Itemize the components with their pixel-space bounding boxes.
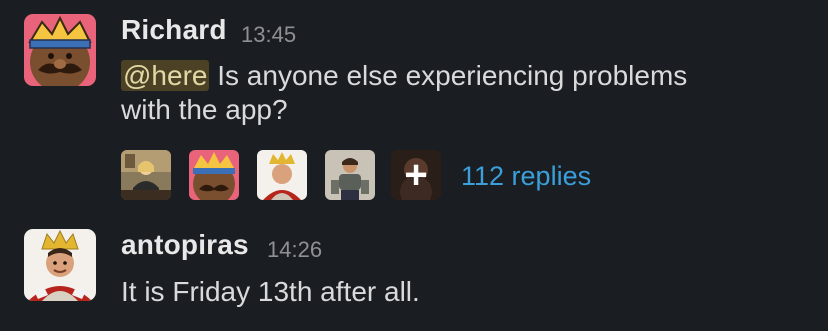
crowned-man-avatar-icon: [24, 229, 96, 301]
mustache-cartoon-avatar-icon: [24, 14, 96, 86]
participant-avatar: [121, 150, 171, 200]
richard-avatar[interactable]: [24, 14, 96, 86]
participant-avatar: [325, 150, 375, 200]
message-text-segment: Is anyone else experiencing problems: [209, 60, 688, 91]
message-timestamp[interactable]: 13:45: [241, 22, 296, 48]
message-timestamp[interactable]: 14:26: [267, 237, 322, 263]
thread-replies-link[interactable]: 112 replies: [461, 161, 591, 192]
man-sitting-icon: [325, 150, 375, 200]
message-richard: Richard 13:45 @here Is anyone else exper…: [0, 0, 828, 215]
here-mention[interactable]: @here: [121, 60, 210, 91]
antopiras-avatar[interactable]: [24, 229, 96, 301]
crowned-man-avatar-icon: [257, 150, 307, 200]
participant-avatar: [257, 150, 307, 200]
message-text-line: @here Is anyone else experiencing proble…: [121, 59, 687, 93]
mustache-cartoon-avatar-icon: [189, 150, 239, 200]
participant-avatar: [189, 150, 239, 200]
message-text: @here Is anyone else experiencing proble…: [121, 59, 687, 127]
message-text: It is Friday 13th after all.: [121, 276, 420, 307]
message-text-line: with the app?: [121, 94, 288, 125]
more-participants-badge[interactable]: +: [391, 150, 441, 200]
plus-icon: +: [404, 153, 428, 197]
message-author[interactable]: Richard: [121, 14, 227, 46]
message-antopiras: antopiras 14:26 It is Friday 13th after …: [0, 215, 828, 331]
message-author[interactable]: antopiras: [121, 229, 249, 261]
woman-at-desk-icon: [121, 150, 171, 200]
